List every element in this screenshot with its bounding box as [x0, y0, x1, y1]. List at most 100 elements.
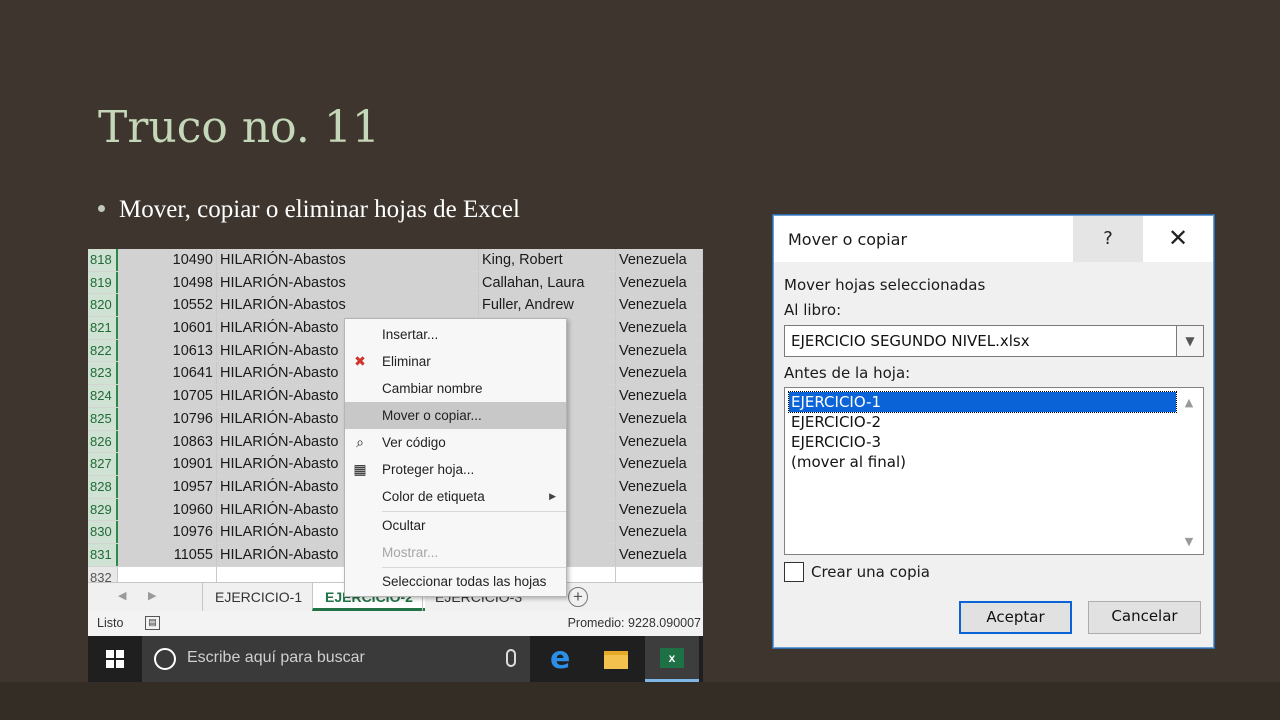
row-number[interactable]: 826 [88, 430, 118, 453]
macro-record-icon[interactable]: ▤ [145, 616, 160, 630]
menu-hide-label: Ocultar [382, 518, 426, 533]
menu-view-code-label: Ver código [382, 435, 446, 450]
scroll-up-icon[interactable]: ▲ [1177, 396, 1201, 409]
cell-employee[interactable]: King, Robert [479, 249, 616, 271]
row-number[interactable]: 820 [88, 294, 118, 317]
protect-sheet-icon: ▦ [353, 461, 367, 477]
cell-country[interactable]: Venezuela [616, 317, 703, 339]
sheet-list-item[interactable]: EJERCICIO-1 [788, 391, 1177, 413]
sheet-list-item[interactable]: (mover al final) [789, 452, 1176, 472]
tab-ejercicio-1[interactable]: EJERCICIO-1 [202, 583, 314, 611]
cell-order-id[interactable]: 10641 [118, 362, 217, 385]
cell-country[interactable]: Venezuela [616, 521, 703, 543]
cell-employee[interactable]: Fuller, Andrew [479, 294, 616, 317]
cell-country[interactable]: Venezuela [616, 430, 703, 453]
cell-order-id[interactable]: 11055 [118, 543, 217, 566]
search-placeholder: Escribe aquí para buscar [187, 649, 365, 666]
menu-insert-label: Insertar... [382, 327, 439, 342]
excel-glyph: x [660, 648, 684, 668]
sheet-list-item[interactable]: EJERCICIO-3 [789, 432, 1176, 452]
cell-order-id[interactable]: 10705 [118, 385, 217, 407]
slide-title: Truco no. 11 [98, 102, 380, 153]
microphone-icon[interactable] [506, 649, 516, 667]
table-row[interactable]: 820 10552 HILARIÓN-Abastos Fuller, Andrew Ve… [88, 294, 703, 318]
scroll-down-icon[interactable]: ▼ [1177, 535, 1201, 548]
cell-country[interactable]: Venezuela [616, 453, 703, 475]
taskbar-search-box[interactable]: Escribe aquí para buscar [142, 636, 530, 682]
menu-tab-color[interactable]: Color de etiqueta ▶ [345, 483, 566, 510]
row-number[interactable]: 823 [88, 362, 118, 385]
menu-insert[interactable]: Insertar... [345, 321, 566, 348]
list-scrollbar[interactable]: ▲ ▼ [1177, 390, 1201, 552]
cell-order-id[interactable]: 10498 [118, 271, 217, 294]
create-copy-label[interactable]: Crear una copia [811, 563, 930, 581]
edge-browser-icon[interactable]: e [550, 644, 570, 674]
table-row[interactable]: 819 10498 HILARIÓN-Abastos Callahan, Laura V… [88, 271, 703, 295]
sheet-context-menu: Insertar... ✖ Eliminar Cambiar nombre Mo… [344, 318, 567, 597]
close-icon[interactable]: ✕ [1143, 216, 1213, 262]
file-explorer-icon[interactable] [604, 651, 628, 669]
cortana-icon [154, 648, 176, 670]
cell-client[interactable]: HILARIÓN-Abastos [217, 271, 479, 294]
bullet-dot-icon [98, 204, 105, 212]
menu-move-copy[interactable]: Mover o copiar... [345, 402, 566, 429]
cell-order-id[interactable]: 10960 [118, 498, 217, 521]
add-sheet-icon[interactable]: + [568, 587, 588, 607]
sheet-list[interactable]: EJERCICIO-1 EJERCICIO-2 EJERCICIO-3 (mov… [784, 387, 1204, 555]
menu-select-all-label: Seleccionar todas las hojas [382, 574, 547, 589]
cell-country[interactable]: Venezuela [616, 385, 703, 407]
book-select[interactable]: EJERCICIO SEGUNDO NIVEL.xlsx ▼ [784, 325, 1204, 357]
menu-delete[interactable]: ✖ Eliminar [345, 348, 566, 375]
row-number[interactable]: 831 [88, 543, 118, 566]
tab-next-icon[interactable]: ▶ [148, 589, 156, 602]
cell-country[interactable]: Venezuela [616, 543, 703, 566]
row-number[interactable]: 819 [88, 271, 118, 294]
row-number[interactable]: 821 [88, 317, 118, 339]
row-number[interactable]: 828 [88, 475, 118, 498]
cancel-button[interactable]: Cancelar [1088, 601, 1201, 634]
bullet-text: Mover, copiar o eliminar hojas de Excel [119, 196, 520, 223]
cell-country[interactable]: Venezuela [616, 407, 703, 430]
sheet-list-item[interactable]: EJERCICIO-2 [789, 412, 1176, 432]
row-number[interactable]: 827 [88, 453, 118, 475]
menu-select-all[interactable]: Seleccionar todas las hojas [345, 568, 566, 595]
cell-order-id[interactable]: 10796 [118, 407, 217, 430]
cell-order-id[interactable]: 10552 [118, 294, 217, 317]
windows-start-icon[interactable] [106, 650, 124, 668]
cell-order-id[interactable]: 10976 [118, 521, 217, 543]
cell-country[interactable]: Venezuela [616, 294, 703, 317]
cell-country[interactable]: Venezuela [616, 475, 703, 498]
ok-button[interactable]: Aceptar [959, 601, 1072, 634]
menu-view-code[interactable]: ⌕ Ver código [345, 429, 566, 456]
cell-country[interactable]: Venezuela [616, 339, 703, 362]
dialog-titlebar: Mover o copiar ? ✕ [774, 216, 1213, 262]
cell-employee[interactable]: Callahan, Laura [479, 271, 616, 294]
row-number[interactable]: 825 [88, 407, 118, 430]
row-number[interactable]: 829 [88, 498, 118, 521]
menu-protect[interactable]: ▦ Proteger hoja... [345, 456, 566, 483]
row-number[interactable]: 818 [88, 249, 118, 271]
cell-client[interactable]: HILARIÓN-Abastos [217, 249, 479, 271]
menu-rename[interactable]: Cambiar nombre [345, 375, 566, 402]
cell-order-id[interactable]: 10957 [118, 475, 217, 498]
cell-order-id[interactable]: 10901 [118, 453, 217, 475]
help-button[interactable]: ? [1073, 216, 1143, 262]
cell-country[interactable]: Venezuela [616, 271, 703, 294]
cell-country[interactable]: Venezuela [616, 498, 703, 521]
menu-hide[interactable]: Ocultar [345, 512, 566, 539]
row-number[interactable]: 830 [88, 521, 118, 543]
cell-order-id[interactable]: 10863 [118, 430, 217, 453]
cell-client[interactable]: HILARIÓN-Abastos [217, 294, 479, 317]
tab-prev-icon[interactable]: ◀ [118, 589, 126, 602]
row-number[interactable]: 822 [88, 339, 118, 362]
cell-order-id[interactable]: 10601 [118, 317, 217, 339]
cell-country[interactable]: Venezuela [616, 362, 703, 385]
excel-app-icon[interactable]: x [645, 636, 699, 682]
table-row[interactable]: 818 10490 HILARIÓN-Abastos King, Robert Vene… [88, 249, 703, 272]
create-copy-checkbox[interactable] [784, 562, 804, 582]
row-number[interactable]: 824 [88, 385, 118, 407]
cell-order-id[interactable]: 10490 [118, 249, 217, 271]
cell-order-id[interactable]: 10613 [118, 339, 217, 362]
chevron-down-icon[interactable]: ▼ [1176, 326, 1203, 356]
cell-country[interactable]: Venezuela [616, 249, 703, 271]
